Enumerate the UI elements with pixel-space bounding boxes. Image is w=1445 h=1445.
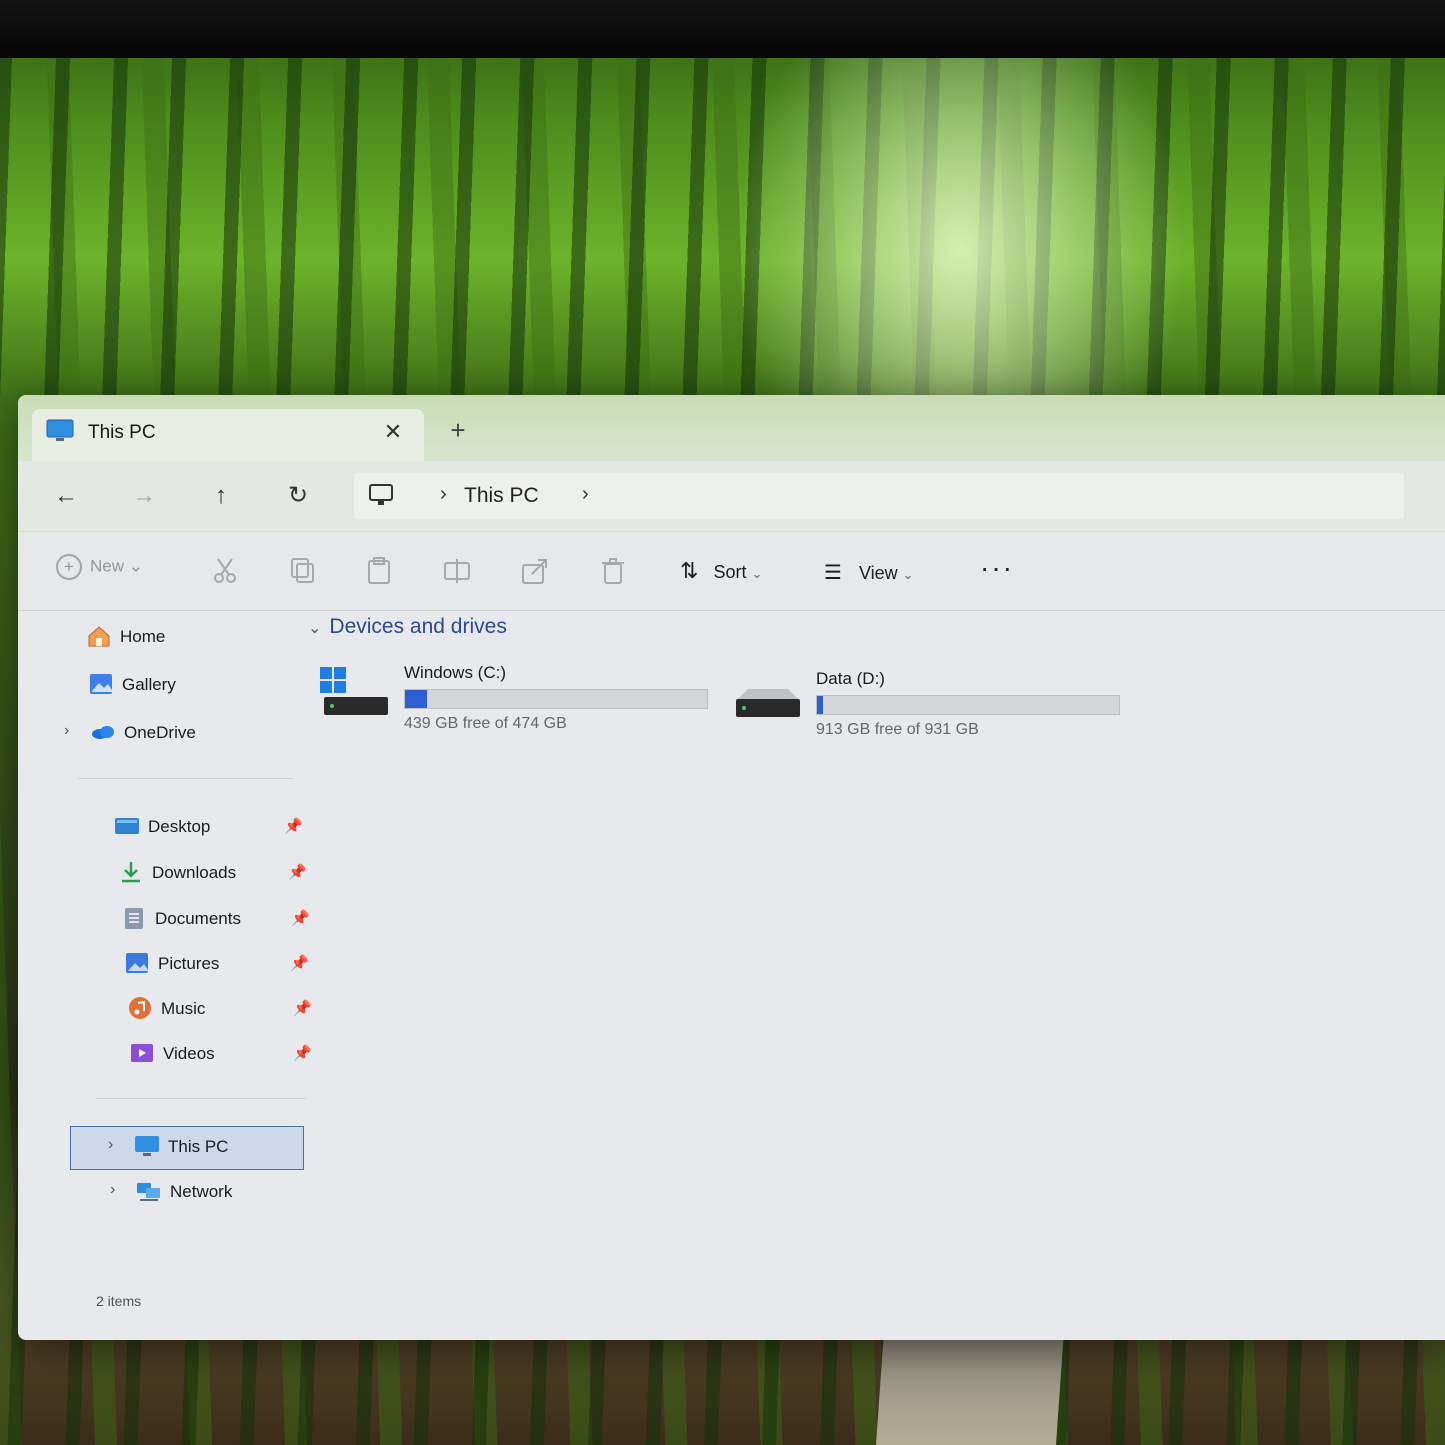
sidebar-item-label: Desktop bbox=[148, 817, 211, 836]
videos-icon bbox=[131, 1044, 153, 1062]
drive-usage-bar bbox=[816, 695, 1120, 715]
status-bar-item-count: 2 items bbox=[96, 1293, 142, 1309]
tab-title: This PC bbox=[88, 422, 156, 443]
sidebar-item-label: Home bbox=[120, 627, 166, 646]
new-label: New bbox=[90, 556, 125, 576]
home-icon bbox=[88, 626, 110, 647]
onedrive-icon bbox=[92, 726, 114, 739]
tab-this-pc[interactable]: This PC ✕ bbox=[32, 409, 424, 461]
pin-icon[interactable]: 📌 bbox=[291, 909, 310, 927]
title-bar: This PC ✕ + bbox=[18, 395, 1445, 461]
sidebar-divider bbox=[78, 778, 293, 779]
drive-tile-d[interactable]: Data (D:) 913 GB free of 931 GB bbox=[732, 663, 1132, 743]
pin-icon[interactable]: 📌 bbox=[288, 863, 307, 881]
sidebar-item-label: Videos bbox=[163, 1044, 215, 1063]
up-button[interactable]: ↑ bbox=[203, 478, 239, 514]
cut-icon[interactable] bbox=[210, 556, 240, 586]
this-pc-icon bbox=[135, 1136, 159, 1156]
sort-icon: ⇅ bbox=[680, 558, 699, 583]
sidebar-item-desktop[interactable]: Desktop 📌 bbox=[114, 810, 304, 844]
group-title: Devices and drives bbox=[329, 615, 507, 638]
drive-free-space: 913 GB free of 931 GB bbox=[816, 721, 979, 738]
wallpaper-path bbox=[875, 1330, 1065, 1445]
sidebar-item-label: This PC bbox=[168, 1137, 229, 1156]
sidebar-item-videos[interactable]: Videos 📌 bbox=[129, 1037, 319, 1071]
more-options-button[interactable]: ··· bbox=[980, 552, 1014, 584]
breadcrumb-chevron-icon[interactable]: › bbox=[440, 483, 447, 506]
sidebar-item-label: Gallery bbox=[122, 675, 176, 694]
drive-tile-c[interactable]: Windows (C:) 439 GB free of 474 GB bbox=[320, 657, 720, 737]
sidebar-item-network[interactable]: › Network bbox=[110, 1175, 306, 1209]
command-bar: + New ⌄ ⇅ Sort ⌄ ☰ View ⌄ ··· bbox=[18, 531, 1445, 611]
sidebar-item-label: Documents bbox=[155, 909, 241, 928]
sidebar-item-pictures[interactable]: Pictures 📌 bbox=[124, 947, 314, 981]
forward-button[interactable]: → bbox=[126, 478, 162, 514]
close-tab-icon[interactable]: ✕ bbox=[378, 417, 408, 447]
plus-icon: + bbox=[56, 554, 82, 580]
paste-icon[interactable] bbox=[364, 556, 394, 586]
sidebar-item-label: Network bbox=[170, 1182, 233, 1201]
new-button[interactable]: + New ⌄ bbox=[56, 554, 143, 580]
downloads-icon bbox=[122, 862, 140, 883]
address-bar[interactable]: › This PC › bbox=[354, 473, 1404, 519]
gallery-icon bbox=[90, 674, 112, 694]
expand-chevron-icon[interactable]: › bbox=[108, 1136, 113, 1154]
monitor-icon bbox=[369, 484, 393, 505]
sidebar-item-label: Music bbox=[161, 999, 206, 1018]
sidebar-item-documents[interactable]: Documents 📌 bbox=[121, 902, 311, 936]
refresh-button[interactable]: ↻ bbox=[280, 478, 316, 514]
sidebar-item-downloads[interactable]: Downloads 📌 bbox=[118, 856, 308, 890]
expand-chevron-icon[interactable]: › bbox=[64, 722, 69, 740]
sidebar-item-this-pc[interactable]: › This PC bbox=[108, 1130, 304, 1164]
sidebar-item-label: Pictures bbox=[158, 954, 220, 973]
drive-usage-fill bbox=[817, 696, 823, 714]
hard-drive-icon bbox=[736, 689, 800, 717]
view-button[interactable]: ☰ View ⌄ bbox=[824, 560, 914, 585]
drive-free-space: 439 GB free of 474 GB bbox=[404, 715, 567, 732]
pictures-icon bbox=[126, 953, 148, 973]
pin-icon[interactable]: 📌 bbox=[284, 817, 303, 835]
pin-icon[interactable]: 📌 bbox=[290, 954, 309, 972]
this-pc-icon bbox=[46, 419, 74, 441]
drive-name: Data (D:) bbox=[816, 669, 885, 688]
devices-and-drives-header[interactable]: ⌄ Devices and drives bbox=[308, 615, 507, 639]
sidebar-item-music[interactable]: Music 📌 bbox=[127, 992, 317, 1026]
drive-name: Windows (C:) bbox=[404, 663, 507, 682]
sidebar-divider bbox=[96, 1098, 306, 1099]
network-icon bbox=[137, 1183, 160, 1201]
delete-icon[interactable] bbox=[598, 556, 628, 586]
desktop-icon bbox=[115, 818, 139, 834]
collapse-chevron-icon: ⌄ bbox=[308, 620, 322, 637]
expand-chevron-icon[interactable]: › bbox=[110, 1181, 115, 1199]
sort-button[interactable]: ⇅ Sort ⌄ bbox=[680, 558, 762, 584]
monitor-bezel bbox=[0, 0, 1445, 58]
breadcrumb-this-pc[interactable]: This PC bbox=[464, 484, 539, 508]
documents-icon bbox=[125, 908, 143, 929]
navigation-bar: ← → ↑ ↻ › This PC › bbox=[18, 461, 1445, 531]
back-button[interactable]: ← bbox=[48, 478, 84, 514]
navigation-pane: Home Gallery › OneDrive Desktop 📌 Downlo… bbox=[48, 610, 312, 1300]
sidebar-item-label: OneDrive bbox=[124, 723, 196, 742]
view-icon: ☰ bbox=[824, 562, 842, 584]
breadcrumb-chevron-icon[interactable]: › bbox=[582, 483, 589, 506]
view-label: View bbox=[858, 563, 898, 583]
drive-usage-bar bbox=[404, 689, 708, 709]
drive-usage-fill bbox=[405, 690, 428, 708]
music-icon bbox=[129, 997, 151, 1019]
file-explorer-window: This PC ✕ + ← → ↑ ↻ › This PC › + New ⌄ bbox=[18, 395, 1445, 1340]
sort-label: Sort bbox=[713, 562, 747, 582]
rename-icon[interactable] bbox=[442, 556, 472, 586]
sidebar-item-label: Downloads bbox=[152, 863, 237, 882]
new-tab-button[interactable]: + bbox=[443, 415, 473, 445]
windows-drive-icon bbox=[320, 667, 388, 715]
share-icon[interactable] bbox=[520, 556, 550, 586]
copy-icon[interactable] bbox=[288, 556, 318, 586]
content-area: ⌄ Devices and drives Windows (C:) 439 GB … bbox=[308, 615, 1445, 1295]
